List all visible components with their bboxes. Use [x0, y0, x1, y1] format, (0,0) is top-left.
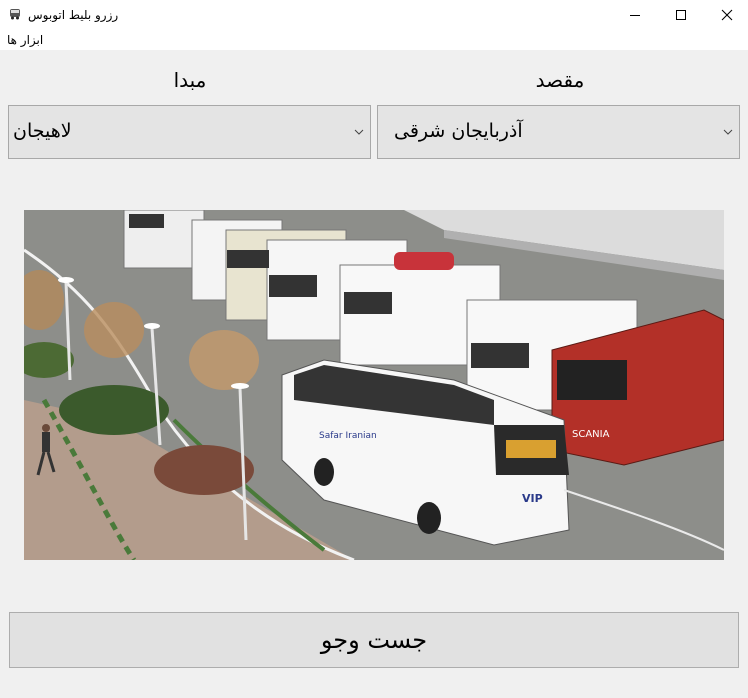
origin-select[interactable]: لاهیجان [8, 105, 371, 159]
origin-label: مبدا [173, 68, 207, 92]
title-bar: رزرو بلیط اتوبوس [0, 0, 748, 30]
close-button[interactable] [704, 0, 748, 30]
bus-terminal-illustration: SCANIA Safar Iranian VIP [24, 210, 724, 560]
bus-side-text: Safar Iranian [319, 431, 377, 441]
app-window: رزرو بلیط اتوبوس ابزار ها مقصد مبدا آذرب… [0, 0, 748, 698]
minimize-icon [630, 15, 640, 16]
destination-select-value: آذربایجان شرقی [394, 120, 523, 142]
close-icon [721, 9, 733, 21]
bus-icon [10, 9, 20, 20]
maximize-button[interactable] [658, 0, 704, 30]
vip-text: VIP [522, 492, 543, 505]
minimize-button[interactable] [612, 0, 658, 30]
menu-item-tools[interactable]: ابزار ها [7, 33, 43, 47]
bus-terminal-photo: SCANIA Safar Iranian VIP [24, 210, 724, 560]
chevron-down-icon [723, 129, 733, 135]
destination-select[interactable]: آذربایجان شرقی [377, 105, 740, 159]
scania-text: SCANIA [572, 429, 610, 440]
destination-label: مقصد [535, 68, 585, 92]
maximize-icon [676, 10, 686, 20]
window-title: رزرو بلیط اتوبوس [28, 8, 119, 22]
menu-bar: ابزار ها [0, 30, 748, 50]
search-button[interactable]: جست وجو [9, 612, 739, 668]
origin-select-value: لاهیجان [13, 120, 72, 142]
chevron-down-icon [354, 129, 364, 135]
